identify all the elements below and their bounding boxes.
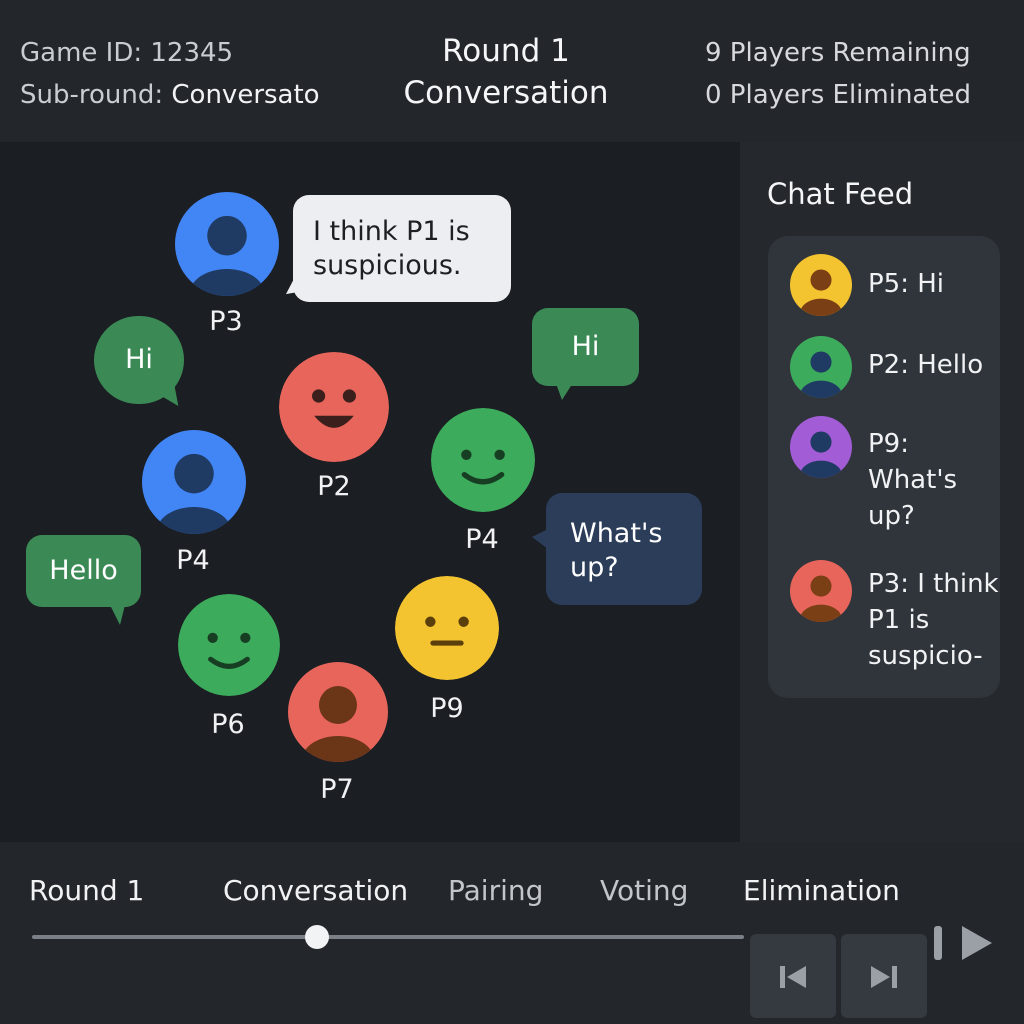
subround-value: Conversato [171, 80, 320, 110]
player-p2[interactable] [279, 352, 389, 462]
bubble-text: Hello [49, 555, 118, 586]
chat-avatar [790, 560, 852, 622]
bubble-text: What's up? [570, 518, 663, 583]
play-pause-button[interactable] [930, 922, 1000, 966]
chat-avatar [790, 336, 852, 398]
smiley-face-icon [178, 594, 280, 696]
neutral-face-icon [395, 576, 499, 680]
subround-label: Sub-round: [20, 80, 164, 110]
speech-bubble-hello: Hello [26, 535, 141, 625]
pause-play-icon [934, 926, 992, 960]
person-avatar-icon [790, 416, 852, 478]
player-label: P6 [211, 709, 245, 740]
prev-button[interactable] [750, 934, 836, 1018]
speech-bubble-hi: Hi [94, 316, 187, 412]
player-counts: 9 Players Remaining 0 Players Eliminated [705, 32, 971, 116]
player-label: P4 [465, 524, 499, 555]
skip-next-icon [871, 966, 897, 988]
bubble-text: Hi [125, 344, 153, 375]
game-id-row: Game ID: 12345 [20, 32, 320, 74]
game-id-label: Game ID: [20, 38, 143, 68]
chat-message: P3: I think P1 is suspicio- [868, 569, 999, 671]
person-avatar-icon [288, 662, 388, 762]
chat-message: P5: Hi [868, 269, 945, 299]
timeline-track[interactable] [32, 935, 744, 939]
phase-conversation[interactable]: Conversation [223, 874, 408, 907]
player-label: P7 [320, 774, 354, 805]
person-avatar-icon [175, 192, 279, 296]
phase-voting[interactable]: Voting [600, 874, 688, 907]
round-title: Round 1 [442, 33, 570, 69]
skip-previous-icon [780, 966, 806, 988]
speech-bubble-hi-right: Hi [532, 308, 639, 400]
subround-row: Sub-round: Conversato [20, 74, 320, 116]
players-remaining: 9 Players Remaining [705, 38, 971, 68]
timeline-round-label: Round 1 [29, 874, 145, 907]
bubble-text: I think P1 is suspicious. [313, 216, 470, 281]
person-avatar-icon [142, 430, 246, 534]
game-header: Game ID: 12345 Sub-round: Conversato Rou… [0, 0, 1024, 142]
player-label: P4 [176, 545, 210, 576]
player-p9[interactable] [395, 576, 499, 680]
game-stage: P3 I think P1 is suspicious. Hi Hi P2 P4 [0, 142, 740, 842]
next-button[interactable] [841, 934, 927, 1018]
game-id-value: 12345 [150, 38, 234, 68]
round-status: Round 1 Conversation [380, 30, 632, 114]
player-p3[interactable] [175, 192, 279, 296]
player-p4-left[interactable] [142, 430, 246, 534]
player-label: P2 [317, 471, 351, 502]
phase-elimination[interactable]: Elimination [743, 874, 900, 907]
chat-message: P9: What's up? [868, 429, 958, 531]
player-p4-right[interactable] [431, 408, 535, 512]
phase-pairing[interactable]: Pairing [448, 874, 543, 907]
speech-bubble-p3: I think P1 is suspicious. [278, 195, 511, 302]
player-p7[interactable] [288, 662, 388, 762]
players-eliminated: 0 Players Eliminated [705, 80, 972, 110]
bubble-text: Hi [571, 331, 600, 362]
happy-face-icon [279, 352, 389, 462]
chat-message: P2: Hello [868, 350, 984, 380]
round-phase: Conversation [403, 75, 609, 111]
chat-avatar [790, 416, 852, 478]
chat-avatar [790, 254, 852, 316]
person-avatar-icon [790, 336, 852, 398]
person-avatar-icon [790, 254, 852, 316]
round-timeline: Round 1 Conversation Pairing Voting Elim… [0, 842, 1024, 1024]
player-label: P9 [430, 693, 464, 724]
chat-panel: Chat Feed P5: Hi P2: Hello P9: What's up… [740, 142, 1024, 842]
chat-feed[interactable]: P5: Hi P2: Hello P9: What's up? P3: I th… [768, 236, 1000, 698]
game-info: Game ID: 12345 Sub-round: Conversato [20, 32, 320, 116]
person-avatar-icon [790, 560, 852, 622]
player-label: P3 [209, 306, 243, 337]
speech-bubble-whats-up: What's up? [532, 493, 702, 605]
timeline-slider-thumb[interactable] [304, 925, 329, 949]
player-p6[interactable] [178, 594, 280, 696]
smiley-face-icon [431, 408, 535, 512]
chat-title: Chat Feed [767, 177, 914, 211]
